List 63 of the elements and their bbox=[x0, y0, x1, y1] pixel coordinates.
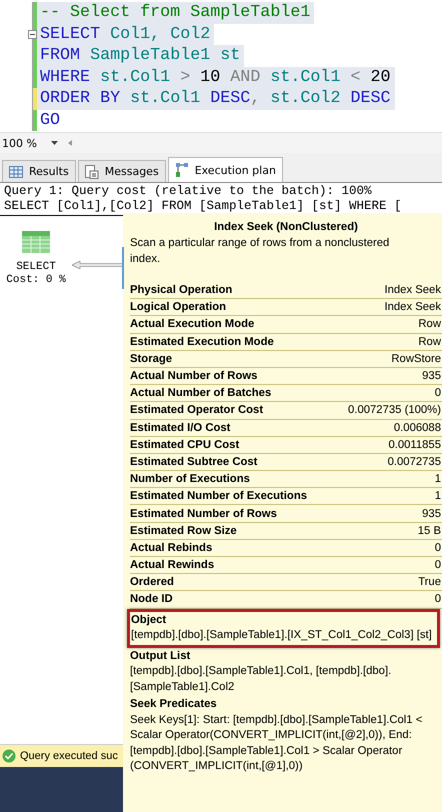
property-label: Estimated Operator Cost bbox=[130, 404, 264, 416]
node-cost: Cost: 0 % bbox=[6, 274, 66, 287]
tab[interactable]: Messages bbox=[78, 160, 166, 182]
property-value: 0 bbox=[434, 593, 441, 606]
query-text: Query 1: Query cost (relative to the batch): 100% bbox=[3, 184, 373, 199]
section-text: [tempdb].[dbo].[SampleTable1].[IX_ST_Col1_Col2_Col3] [st] bbox=[131, 628, 433, 644]
property-label: Ordered bbox=[130, 576, 174, 588]
property-label: Estimated Number of Executions bbox=[130, 490, 308, 502]
tab[interactable]: Results bbox=[2, 160, 76, 182]
property-label: Estimated Number of Rows bbox=[130, 508, 277, 520]
property-label: Number of Executions bbox=[130, 473, 250, 486]
property-label: Estimated Row Size bbox=[130, 524, 237, 537]
property-value: Index Seek bbox=[384, 284, 441, 296]
property-value: 15 B bbox=[418, 524, 441, 537]
zoom-dropdown[interactable]: 100 % bbox=[0, 136, 60, 150]
property-label: Actual Execution Mode bbox=[130, 318, 254, 330]
property-value: 0 bbox=[434, 387, 441, 400]
section-text: Seek Keys[1]: Start: [tempdb].[dbo].[SampleTable1].Col1 < Scalar Operator(CONVERT_IMPLICIT(int,[@2],0)), End: [tempdb].[dbo].[SampleTable1].Col1 > Scalar Operator (CONVERT_IMPLICIT(int,[@1],0)) bbox=[130, 712, 424, 774]
table-icon bbox=[22, 231, 50, 253]
property-value: 0.0011855 bbox=[388, 438, 441, 451]
caret-icon bbox=[50, 141, 58, 145]
node-label: SELECT bbox=[16, 261, 56, 274]
property-label: Logical Operation bbox=[130, 301, 226, 314]
scroll-left-icon bbox=[68, 140, 72, 146]
property-value: 0.0072735 bbox=[388, 456, 441, 468]
code-line: GO bbox=[39, 110, 62, 131]
section-heading: Object bbox=[131, 612, 168, 628]
property-value: 1 bbox=[434, 473, 441, 486]
section-text: [tempdb].[dbo].[SampleTable1].Col1, [tempdb].[dbo].[SampleTable1].Col2 bbox=[130, 664, 392, 695]
property-label: Storage bbox=[130, 352, 172, 365]
query-text: SELECT [Col1],[Col2] FROM [SampleTable1] [st] WHERE [ bbox=[3, 199, 403, 214]
property-label: Estimated CPU Cost bbox=[130, 438, 240, 451]
property-value: 0.006088 bbox=[394, 422, 441, 434]
property-value: 1 bbox=[434, 490, 441, 502]
property-label: Estimated Subtree Cost bbox=[130, 456, 258, 468]
property-value: Row bbox=[418, 318, 441, 330]
property-value: 0.0072735 (100%) bbox=[348, 404, 441, 416]
property-label: Actual Number of Batches bbox=[130, 387, 272, 400]
property-value: Row bbox=[418, 336, 441, 348]
property-label: Estimated I/O Cost bbox=[130, 422, 230, 434]
property-label: Actual Rebinds bbox=[130, 542, 212, 554]
status-text: Query executed suc bbox=[20, 750, 118, 762]
tooltip-description: Scan a particular range of rows from a nonclustered index. bbox=[130, 236, 390, 267]
property-label: Actual Number of Rows bbox=[130, 370, 258, 382]
property-value: RowStore bbox=[391, 352, 441, 365]
property-label: Node ID bbox=[130, 593, 173, 606]
property-label: Physical Operation bbox=[130, 284, 232, 296]
property-value: Index Seek bbox=[384, 301, 441, 314]
tab[interactable]: Execution plan bbox=[168, 157, 283, 182]
property-label: Actual Rewinds bbox=[130, 559, 214, 572]
property-label: Estimated Execution Mode bbox=[130, 336, 274, 348]
arrow-icon bbox=[72, 261, 124, 269]
property-value: 0 bbox=[434, 559, 441, 572]
property-value: 935 bbox=[422, 508, 441, 520]
property-value: True bbox=[418, 576, 441, 588]
section-heading: Output List bbox=[130, 648, 192, 664]
property-value: 935 bbox=[422, 370, 441, 382]
property-value: 0 bbox=[434, 542, 441, 554]
diagram-icon bbox=[174, 162, 189, 178]
grid-icon bbox=[9, 166, 23, 178]
document-icon bbox=[84, 164, 99, 178]
tooltip-title: Index Seek (NonClustered) bbox=[213, 220, 359, 235]
section-heading: Seek Predicates bbox=[130, 697, 218, 712]
